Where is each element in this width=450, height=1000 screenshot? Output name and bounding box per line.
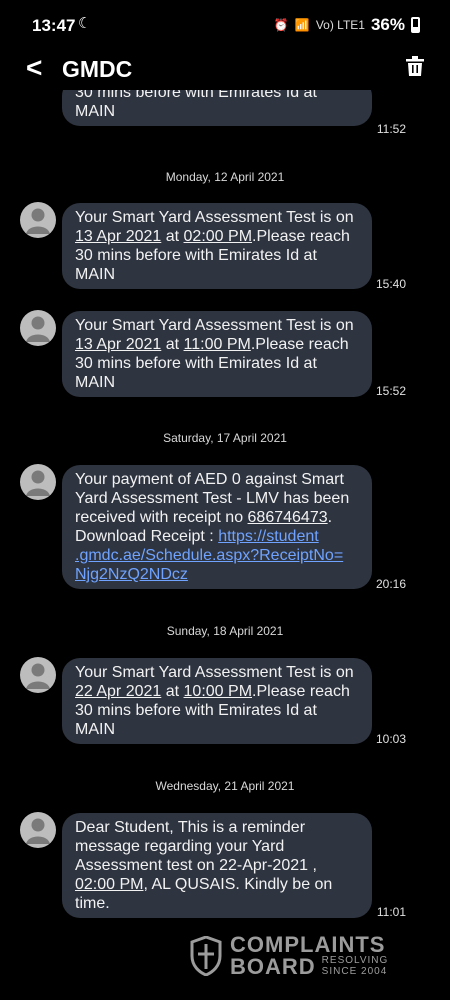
date-separator: Monday, 12 April 2021 [165, 170, 285, 184]
message-text: at [161, 683, 184, 700]
sender-avatar-icon[interactable] [20, 464, 56, 500]
message-text: Your Smart Yard Assessment Test is on [75, 664, 354, 681]
network-indicator: Vo) LTE1 [315, 18, 365, 32]
trash-icon[interactable] [406, 56, 424, 81]
message-bubble[interactable]: Dear Student, This is a reminder message… [62, 813, 372, 918]
message-text: Dear Student, This is a reminder message… [75, 819, 317, 874]
message-text: Your Smart Yard Assessment Test is on [75, 209, 354, 226]
message-detected-value[interactable]: 11:00 PM [184, 336, 251, 353]
sender-avatar-icon[interactable] [20, 657, 56, 693]
message-text: 30 mins before with Emirates Id at MAIN [75, 90, 317, 120]
watermark-tagline-1: RESOLVING [321, 955, 389, 966]
message-list[interactable]: 30 mins before with Emirates Id at MAIN 1… [0, 90, 450, 1000]
message-time: 11:01 [376, 905, 406, 919]
message-bubble[interactable]: Your Smart Yard Assessment Test is on 13… [62, 311, 372, 397]
watermark-tagline-2: SINCE 2004 [321, 966, 388, 977]
status-time: 13:47 [32, 16, 76, 35]
watermark-line1: COMPLAINTS [230, 932, 386, 957]
battery-icon [411, 17, 420, 33]
message-time: 15:40 [375, 277, 406, 291]
watermark-line2: BOARD [230, 954, 316, 979]
watermark: COMPLAINTS BOARD RESOLVING SINCE 2004 [190, 932, 389, 979]
message-bubble[interactable]: Your Smart Yard Assessment Test is on 22… [62, 658, 372, 744]
date-separator: Wednesday, 21 April 2021 [155, 779, 295, 793]
message-bubble[interactable]: Your payment of AED 0 against Smart Yard… [62, 465, 372, 589]
sender-avatar-icon[interactable] [20, 310, 56, 346]
message-detected-value[interactable]: 22 Apr 2021 [75, 683, 161, 700]
message-detected-value[interactable]: 10:00 PM [184, 683, 252, 700]
message-detected-value[interactable]: 13 Apr 2021 [75, 228, 161, 245]
message-text: at [161, 336, 184, 353]
date-separator: Saturday, 17 April 2021 [163, 431, 287, 445]
conversation-title: GMDC [62, 56, 133, 82]
message-time: 10:03 [375, 732, 406, 746]
sender-avatar-icon[interactable] [20, 812, 56, 848]
wifi-icon: 📶 [294, 18, 310, 32]
message-detected-value[interactable]: 13 Apr 2021 [75, 336, 161, 353]
status-bar: 13:47 ☾ ⏰ 📶 Vo) LTE1 36% [0, 0, 450, 50]
app-bar: < GMDC [0, 50, 450, 90]
alarm-icon: ⏰ [273, 18, 289, 32]
message-detected-value[interactable]: 02:00 PM [75, 876, 143, 893]
message-text: Your Smart Yard Assessment Test is on [75, 317, 354, 334]
message-detected-value[interactable]: 02:00 PM [184, 228, 252, 245]
battery-percent: 36% [370, 15, 405, 34]
shield-logo-icon [190, 936, 222, 976]
message-time: 15:52 [375, 384, 406, 398]
message-text: at [161, 228, 184, 245]
do-not-disturb-icon: ☾ [78, 15, 92, 32]
message-time: 20:16 [375, 577, 406, 591]
message-bubble[interactable]: Your Smart Yard Assessment Test is on 13… [62, 203, 372, 289]
date-separator: Sunday, 18 April 2021 [166, 624, 284, 638]
message-bubble[interactable]: 30 mins before with Emirates Id at MAIN [62, 90, 372, 126]
back-arrow-icon[interactable]: < [26, 52, 42, 84]
status-icons: ⏰ 📶 Vo) LTE1 36% [274, 15, 420, 35]
message-time: 11:52 [376, 122, 406, 136]
message-detected-value[interactable]: 686746473 [248, 509, 328, 526]
sender-avatar-icon[interactable] [20, 202, 56, 238]
